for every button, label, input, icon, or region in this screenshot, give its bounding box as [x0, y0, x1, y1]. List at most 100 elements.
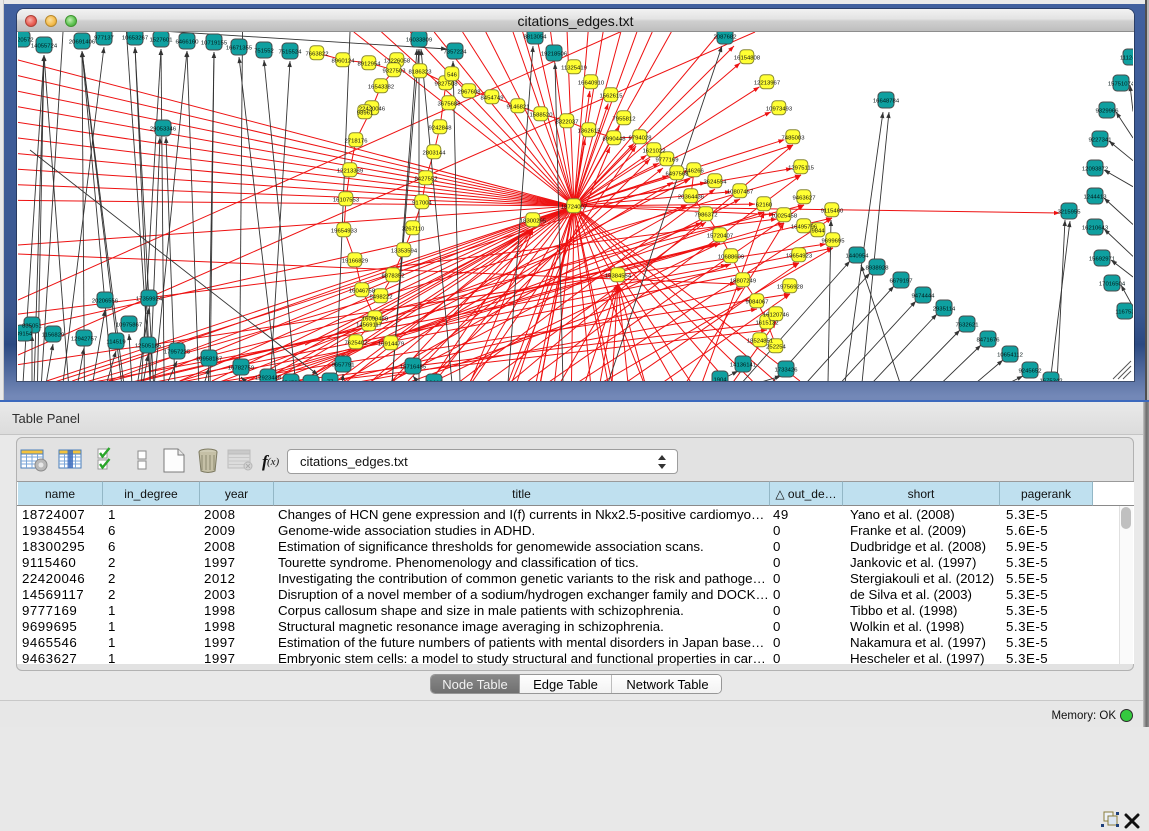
- svg-text:3624554: 3624554: [704, 179, 728, 185]
- svg-text:977137: 977137: [94, 35, 114, 41]
- svg-text:1156829: 1156829: [42, 332, 65, 338]
- svg-text:8427552: 8427552: [415, 176, 438, 182]
- svg-text:2803144: 2803144: [423, 150, 447, 156]
- svg-text:20691406: 20691406: [69, 39, 96, 45]
- svg-text:9463627: 9463627: [793, 195, 816, 201]
- svg-text:8878352: 8878352: [382, 273, 405, 279]
- svg-text:10025458: 10025458: [771, 213, 798, 219]
- svg-text:12505185: 12505185: [135, 343, 162, 349]
- svg-text:16033809: 16033809: [406, 37, 432, 43]
- svg-text:62160: 62160: [756, 202, 773, 208]
- svg-text:114519: 114519: [106, 339, 125, 345]
- svg-text:8471676: 8471676: [977, 337, 1001, 343]
- svg-text:29053346: 29053346: [150, 126, 177, 132]
- svg-text:9115460: 9115460: [821, 208, 844, 214]
- svg-text:12923448: 12923448: [255, 375, 282, 381]
- svg-text:252254: 252254: [766, 344, 786, 350]
- svg-text:13353594: 13353594: [391, 248, 418, 254]
- svg-text:1621022: 1621022: [643, 148, 666, 154]
- svg-text:10653267: 10653267: [122, 35, 148, 41]
- svg-text:3675685: 3675685: [438, 101, 462, 107]
- svg-text:8938928: 8938928: [866, 265, 890, 271]
- svg-text:7357224: 7357224: [444, 49, 468, 55]
- svg-text:9242848: 9242848: [429, 125, 453, 131]
- svg-text:3215955: 3215955: [1058, 209, 1082, 215]
- svg-text:16914479: 16914479: [378, 341, 404, 347]
- svg-text:16782759: 16782759: [228, 365, 254, 371]
- svg-text:5498222: 5498222: [370, 294, 393, 300]
- svg-text:7625402: 7625402: [345, 340, 368, 346]
- svg-text:7986372: 7986372: [695, 212, 718, 218]
- svg-text:746266: 746266: [684, 168, 704, 174]
- svg-text:917004: 917004: [412, 200, 432, 206]
- svg-text:7485003: 7485003: [782, 135, 806, 141]
- svg-text:116753: 116753: [1115, 309, 1133, 315]
- svg-text:9245652: 9245652: [1019, 368, 1042, 374]
- svg-text:19756928: 19756928: [777, 284, 804, 290]
- svg-text:6679197: 6679197: [890, 278, 913, 284]
- svg-text:20364436: 20364436: [678, 194, 705, 200]
- svg-text:20206556: 20206556: [92, 298, 119, 304]
- svg-text:19654933: 19654933: [331, 228, 358, 234]
- svg-text:15751074: 15751074: [1108, 81, 1133, 87]
- svg-text:1904: 1904: [713, 377, 727, 381]
- svg-text:3267110: 3267110: [402, 226, 425, 232]
- svg-text:16648784: 16648784: [873, 98, 900, 104]
- svg-text:2718176: 2718176: [345, 138, 369, 144]
- svg-text:8322037: 8322037: [556, 119, 579, 125]
- svg-text:2087682: 2087682: [714, 34, 737, 40]
- svg-text:9327508: 9327508: [435, 81, 459, 87]
- svg-text:12213967: 12213967: [754, 80, 780, 86]
- svg-text:546: 546: [447, 72, 458, 78]
- svg-text:10958187: 10958187: [196, 356, 222, 362]
- svg-text:1562615: 1562615: [600, 93, 624, 99]
- svg-text:8454749: 8454749: [481, 95, 504, 101]
- svg-text:9474444: 9474444: [912, 293, 936, 299]
- svg-text:98961: 98961: [357, 110, 373, 116]
- svg-text:19654923: 19654923: [786, 253, 813, 259]
- svg-text:9329966: 9329966: [1096, 108, 1120, 114]
- svg-text:1527601: 1527601: [150, 37, 173, 43]
- svg-text:18300295: 18300295: [520, 218, 547, 224]
- svg-text:15692971: 15692971: [1089, 256, 1115, 262]
- svg-text:9084067: 9084067: [746, 299, 769, 305]
- svg-text:1675342: 1675342: [1040, 378, 1063, 381]
- svg-text:14136141: 14136141: [730, 362, 756, 368]
- svg-text:835051: 835051: [22, 323, 42, 329]
- svg-text:16120746: 16120746: [763, 312, 790, 318]
- svg-text:10807467: 10807467: [727, 189, 753, 195]
- svg-text:14569117: 14569117: [356, 322, 382, 328]
- svg-text:9699695: 9699695: [822, 238, 846, 244]
- svg-text:2935114: 2935114: [933, 306, 956, 312]
- svg-text:1244413: 1244413: [1084, 194, 1108, 200]
- svg-text:9227341: 9227341: [1089, 137, 1112, 143]
- svg-text:10719155: 10719155: [201, 40, 228, 46]
- svg-text:7955812: 7955812: [613, 116, 636, 122]
- svg-text:17359924: 17359924: [136, 296, 163, 302]
- svg-text:8960124: 8960124: [332, 58, 356, 64]
- svg-text:8990448: 8990448: [603, 136, 627, 142]
- svg-text:7515524: 7515524: [279, 49, 303, 55]
- svg-text:10654112: 10654112: [997, 352, 1023, 358]
- svg-text:9844: 9844: [811, 228, 825, 234]
- svg-text:9777169: 9777169: [656, 157, 679, 163]
- svg-text:13226058: 13226058: [384, 58, 411, 64]
- svg-text:751552: 751552: [254, 48, 274, 54]
- svg-text:14055724: 14055724: [31, 43, 58, 49]
- svg-text:39154: 39154: [18, 331, 33, 337]
- svg-text:16107553: 16107553: [333, 197, 360, 203]
- svg-text:1588520: 1588520: [530, 112, 554, 118]
- svg-text:10973493: 10973493: [766, 106, 793, 112]
- svg-text:2967608: 2967608: [458, 89, 482, 95]
- svg-text:(x): (x): [267, 456, 280, 468]
- svg-text:19166829: 19166829: [342, 258, 368, 264]
- svg-text:924504: 924504: [281, 380, 301, 381]
- svg-text:16210643: 16210643: [1082, 225, 1109, 231]
- svg-text:11325419: 11325419: [561, 65, 587, 71]
- svg-text:6794028: 6794028: [629, 135, 653, 141]
- svg-text:9146821: 9146821: [507, 104, 530, 110]
- svg-text:18724007: 18724007: [561, 204, 587, 210]
- svg-text:9327503: 9327503: [383, 68, 407, 74]
- svg-text:9657791: 9657791: [332, 362, 355, 368]
- svg-text:16640910: 16640910: [578, 80, 605, 86]
